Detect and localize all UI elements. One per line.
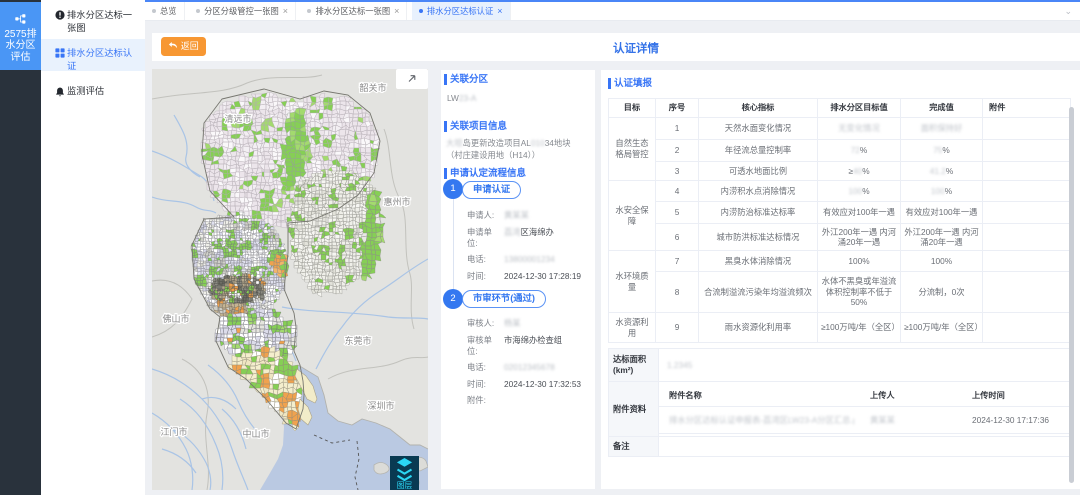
svg-text:深圳市: 深圳市: [367, 400, 394, 411]
svg-text:清远市: 清远市: [224, 113, 251, 124]
svg-text:佛山市: 佛山市: [162, 313, 189, 324]
svg-text:韶关市: 韶关市: [359, 82, 386, 93]
svg-text:江门市: 江门市: [160, 426, 187, 437]
svg-text:中山市: 中山市: [242, 428, 269, 439]
svg-text:东莞市: 东莞市: [344, 335, 371, 346]
svg-text:图层: 图层: [397, 481, 413, 490]
svg-text:惠州市: 惠州市: [383, 196, 410, 207]
